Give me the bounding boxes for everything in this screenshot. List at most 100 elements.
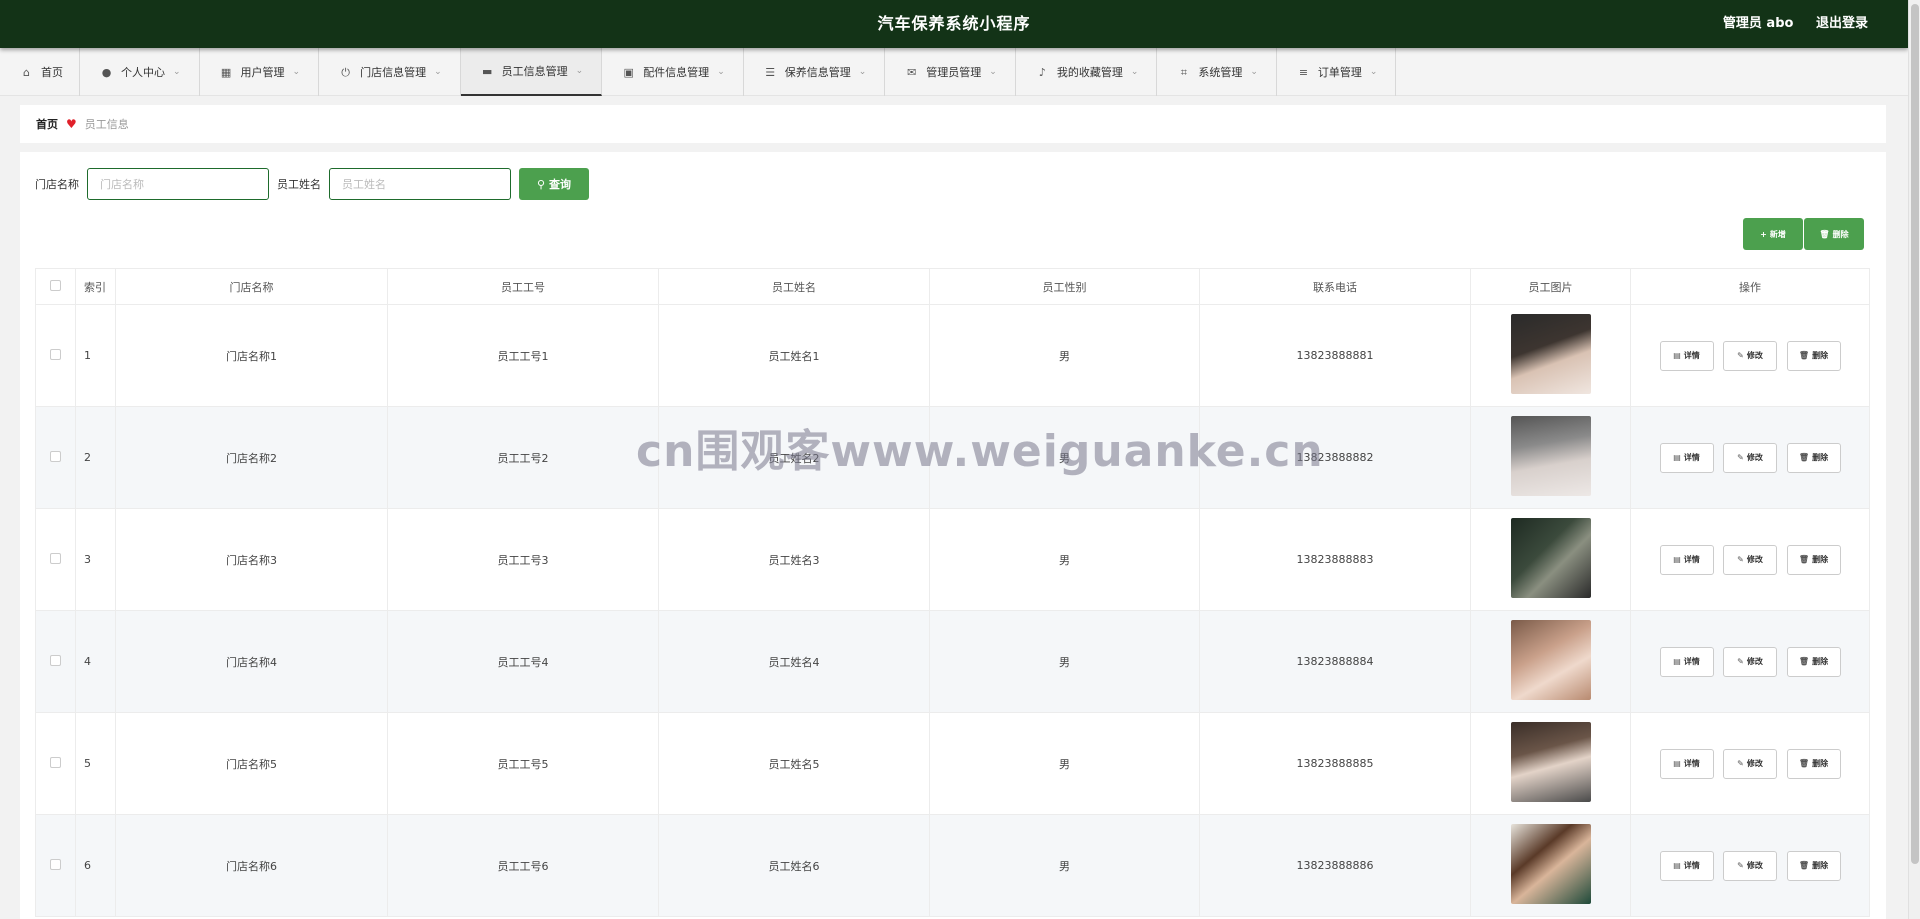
col-index: 索引 <box>75 268 116 305</box>
detail-label: 详情 <box>1683 555 1700 564</box>
menu-item-employee-management[interactable]: ▬ 员工信息管理 ⌄ <box>460 48 603 96</box>
cell-operations: ▤ 详情 ✎ 修改 🗑 删除 <box>1630 712 1870 815</box>
employee-photo[interactable] <box>1510 314 1591 394</box>
employee-photo[interactable] <box>1510 416 1591 496</box>
page-scrollbar[interactable] <box>1908 0 1920 919</box>
batch-delete-label: 删除 <box>1832 229 1849 239</box>
menu-item-label: 门店信息管理 <box>360 66 427 79</box>
delete-label: 删除 <box>1812 759 1829 768</box>
cell-gender: 男 <box>929 406 1200 509</box>
employee-name-input[interactable] <box>329 168 511 200</box>
detail-button[interactable]: ▤ 详情 <box>1659 340 1714 371</box>
menu-item-maintenance-management[interactable]: ☰ 保养信息管理 ⌄ <box>744 48 886 96</box>
edit-button[interactable]: ✎ 修改 <box>1723 340 1777 371</box>
select-all-checkbox[interactable] <box>50 279 61 291</box>
cell-store: 门店名称3 <box>115 508 388 611</box>
scrollbar-thumb[interactable] <box>1911 4 1919 864</box>
chevron-down-icon: ⌄ <box>434 67 442 77</box>
delete-button[interactable]: 🗑 删除 <box>1786 748 1841 779</box>
menu-item-home[interactable]: ⌂ 首页 <box>0 48 80 96</box>
cell-phone: 13823888881 <box>1199 304 1471 407</box>
cell-operations: ▤ 详情 ✎ 修改 🗑 删除 <box>1630 814 1870 917</box>
edit-icon: ✎ <box>1737 657 1744 666</box>
breadcrumb-home[interactable]: 首页 <box>36 116 58 132</box>
breadcrumb: 首页 ♥ 员工信息 <box>20 105 1886 143</box>
detail-button[interactable]: ▤ 详情 <box>1659 646 1714 677</box>
detail-button[interactable]: ▤ 详情 <box>1659 850 1714 881</box>
row-checkbox[interactable] <box>50 552 61 564</box>
row-checkbox[interactable] <box>50 450 61 462</box>
menu-item-label: 我的收藏管理 <box>1056 66 1123 79</box>
trash-icon: 🗑 <box>1798 657 1810 666</box>
employee-photo[interactable] <box>1510 824 1591 904</box>
row-select-cell <box>35 508 76 611</box>
add-button[interactable]: + 新增 <box>1743 218 1803 250</box>
delete-label: 删除 <box>1812 657 1829 666</box>
menu-item-label: 订单管理 <box>1317 66 1362 79</box>
row-select-cell <box>35 304 76 407</box>
detail-label: 详情 <box>1683 351 1700 360</box>
row-checkbox[interactable] <box>50 756 61 768</box>
logout-button[interactable]: 退出登录 <box>1816 16 1868 31</box>
row-checkbox[interactable] <box>50 654 61 666</box>
table-header-row: 索引 门店名称 员工工号 员工姓名 员工性别 联系电话 员工图片 操作 <box>35 268 1870 305</box>
briefcase-icon: ▣ <box>623 65 634 79</box>
batch-delete-button[interactable]: 🗑 删除 <box>1804 218 1864 250</box>
menu-item-system-management[interactable]: ⌗ 系统管理 ⌄ <box>1157 48 1277 96</box>
cell-operations: ▤ 详情 ✎ 修改 🗑 删除 <box>1630 508 1870 611</box>
query-button[interactable]: ⚲ 查询 <box>519 168 589 200</box>
menu-item-admin-management[interactable]: ✉ 管理员管理 ⌄ <box>885 48 1016 96</box>
detail-button[interactable]: ▤ 详情 <box>1659 748 1714 779</box>
employee-photo[interactable] <box>1510 722 1591 802</box>
menu-item-store-management[interactable]: ⏻ 门店信息管理 ⌄ <box>319 48 461 96</box>
employee-photo[interactable] <box>1510 518 1591 598</box>
document-icon: ▤ <box>1673 861 1681 870</box>
row-checkbox[interactable] <box>50 858 61 870</box>
menu-item-user-management[interactable]: ▦ 用户管理 ⌄ <box>200 48 320 96</box>
delete-button[interactable]: 🗑 删除 <box>1786 544 1841 575</box>
delete-label: 删除 <box>1812 861 1829 870</box>
cell-store: 门店名称2 <box>115 406 388 509</box>
store-name-input[interactable] <box>87 168 269 200</box>
cell-employee-no: 员工工号1 <box>387 304 659 407</box>
row-checkbox[interactable] <box>50 348 61 360</box>
edit-button[interactable]: ✎ 修改 <box>1723 442 1777 473</box>
employee-photo[interactable] <box>1510 620 1591 700</box>
menu-item-parts-management[interactable]: ▣ 配件信息管理 ⌄ <box>602 48 744 96</box>
chevron-down-icon: ⌄ <box>858 67 867 77</box>
row-select-cell <box>35 406 76 509</box>
edit-button[interactable]: ✎ 修改 <box>1723 544 1777 575</box>
cell-index: 2 <box>75 406 116 509</box>
menu-item-personal-center[interactable]: ● 个人中心 ⌄ <box>80 48 200 96</box>
edit-icon: ✎ <box>1737 861 1744 870</box>
edit-button[interactable]: ✎ 修改 <box>1723 850 1777 881</box>
edit-button[interactable]: ✎ 修改 <box>1723 748 1777 779</box>
cell-phone: 13823888882 <box>1199 406 1471 509</box>
col-operations: 操作 <box>1630 268 1870 305</box>
app-title: 汽车保养系统小程序 <box>877 14 1031 33</box>
cell-store: 门店名称5 <box>115 712 388 815</box>
menu-item-label: 系统管理 <box>1198 66 1243 79</box>
delete-button[interactable]: 🗑 删除 <box>1786 646 1841 677</box>
delete-button[interactable]: 🗑 删除 <box>1786 850 1841 881</box>
col-gender: 员工性别 <box>929 268 1200 305</box>
employee-table: 索引 门店名称 员工工号 员工姓名 员工性别 联系电话 员工图片 操作 1 门店… <box>35 268 1870 917</box>
cell-employee-name: 员工姓名1 <box>658 304 930 407</box>
detail-button[interactable]: ▤ 详情 <box>1659 544 1714 575</box>
chevron-down-icon: ⌄ <box>575 66 584 76</box>
trash-icon: 🗑 <box>1819 229 1830 239</box>
delete-button[interactable]: 🗑 删除 <box>1786 442 1841 473</box>
edit-label: 修改 <box>1746 555 1763 564</box>
delete-button[interactable]: 🗑 删除 <box>1786 340 1841 371</box>
cell-employee-no: 员工工号4 <box>387 610 659 713</box>
cell-employee-name: 员工姓名3 <box>658 508 930 611</box>
admin-user-label[interactable]: 管理员 abo <box>1723 16 1794 31</box>
cell-phone: 13823888885 <box>1199 712 1471 815</box>
top-header-bar: 汽车保养系统小程序 管理员 abo 退出登录 <box>0 0 1908 48</box>
detail-button[interactable]: ▤ 详情 <box>1659 442 1714 473</box>
search-icon: ⚲ <box>536 177 546 191</box>
home-icon: ⌂ <box>23 65 30 79</box>
menu-item-order-management[interactable]: ≡ 订单管理 ⌄ <box>1277 48 1397 96</box>
menu-item-favorites-management[interactable]: ♪ 我的收藏管理 ⌄ <box>1016 48 1158 96</box>
edit-button[interactable]: ✎ 修改 <box>1723 646 1777 677</box>
